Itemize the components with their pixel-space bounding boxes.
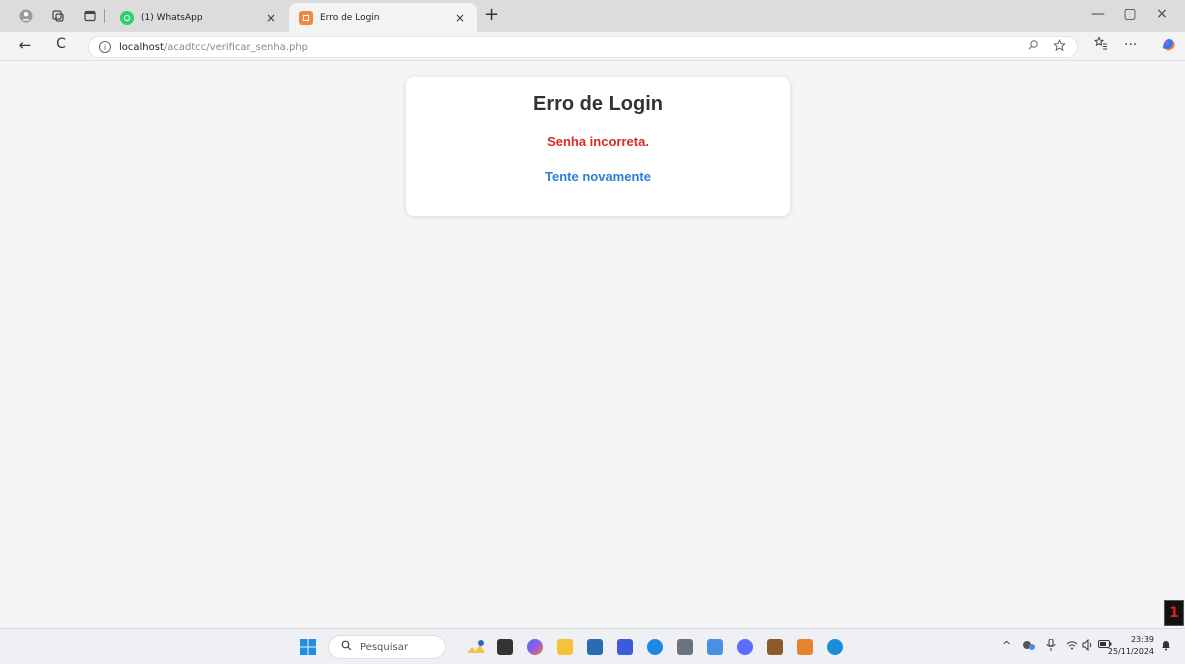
retry-link[interactable]: Tente novamente: [406, 169, 790, 184]
favorites-icon[interactable]: [1093, 36, 1108, 54]
error-message: Senha incorreta.: [547, 134, 649, 149]
notification-icon[interactable]: [1160, 639, 1172, 654]
clock-date: 25/11/2024: [1107, 647, 1154, 656]
more-icon[interactable]: ···: [1124, 37, 1137, 53]
back-button[interactable]: ←: [14, 36, 36, 54]
tab-erro-de-login[interactable]: Erro de Login ×: [289, 3, 477, 32]
store-icon[interactable]: [587, 639, 603, 655]
search-icon: [341, 640, 352, 654]
xampp-icon[interactable]: [797, 639, 813, 655]
restore-button[interactable]: ▢: [1118, 6, 1142, 22]
cloud-icon[interactable]: [1022, 639, 1036, 654]
search-placeholder: Pesquisar: [360, 641, 408, 653]
copilot-app-icon[interactable]: [527, 639, 543, 655]
close-tab-icon[interactable]: ×: [264, 11, 278, 25]
taskbar-search[interactable]: Pesquisar: [328, 635, 446, 659]
discord-icon[interactable]: [737, 639, 753, 655]
notification-badge[interactable]: 1: [1164, 600, 1184, 626]
close-tab-icon[interactable]: ×: [453, 11, 467, 25]
terminal-icon[interactable]: [677, 639, 693, 655]
address-bar[interactable]: i localhost/acadtcc/verificar_senha.php: [88, 36, 1078, 58]
outlook-icon[interactable]: [647, 639, 663, 655]
site-info-icon[interactable]: i: [99, 41, 111, 53]
taskbar: Pesquisar ^ 23:39 25/11/2024: [0, 628, 1185, 664]
edge-icon[interactable]: [827, 639, 843, 655]
system-clock[interactable]: 23:39 25/11/2024: [1102, 634, 1154, 658]
tab-title: (1) WhatsApp: [141, 12, 203, 23]
url-host: localhost: [119, 41, 164, 53]
new-tab-button[interactable]: +: [484, 4, 499, 25]
page-title: Erro de Login: [533, 93, 663, 115]
search-icon[interactable]: [1027, 39, 1039, 54]
file-explorer-icon[interactable]: [557, 639, 573, 655]
task-view-icon[interactable]: [497, 639, 513, 655]
volume-icon[interactable]: [1082, 638, 1094, 654]
site-favicon-icon: [299, 10, 313, 25]
chevron-up-icon[interactable]: ^: [1002, 639, 1011, 652]
profile-icon[interactable]: [18, 8, 34, 24]
close-window-button[interactable]: ×: [1150, 6, 1174, 22]
start-icon[interactable]: [300, 639, 316, 655]
pen-app-icon[interactable]: [617, 639, 633, 655]
tab-title: Erro de Login: [320, 12, 380, 23]
clock-time: 23:39: [1130, 635, 1154, 644]
widgets-icon[interactable]: [466, 639, 486, 655]
mic-icon[interactable]: [1046, 638, 1056, 654]
url-path: /acadtcc/verificar_senha.php: [163, 41, 309, 53]
minimize-button[interactable]: —: [1086, 6, 1110, 22]
browser-toolbar: ← C i localhost/acadtcc/verificar_senha.…: [0, 32, 1185, 61]
wifi-icon[interactable]: [1066, 639, 1078, 654]
copilot-icon[interactable]: [1160, 36, 1176, 56]
workspaces-icon[interactable]: [50, 8, 66, 24]
tab-whatsapp[interactable]: (1) WhatsApp ×: [110, 3, 288, 32]
favorite-star-icon[interactable]: [1053, 39, 1066, 55]
whatsapp-icon: [120, 10, 134, 25]
tab-strip: (1) WhatsApp × Erro de Login × + — ▢ ×: [0, 0, 1185, 32]
monitor-app-icon[interactable]: [707, 639, 723, 655]
tab-actions-icon[interactable]: [82, 8, 98, 24]
package-app-icon[interactable]: [767, 639, 783, 655]
tab-separator: [104, 9, 105, 23]
reload-button[interactable]: C: [50, 36, 72, 52]
error-card: Erro de Login Senha incorreta. Tente nov…: [406, 77, 790, 216]
